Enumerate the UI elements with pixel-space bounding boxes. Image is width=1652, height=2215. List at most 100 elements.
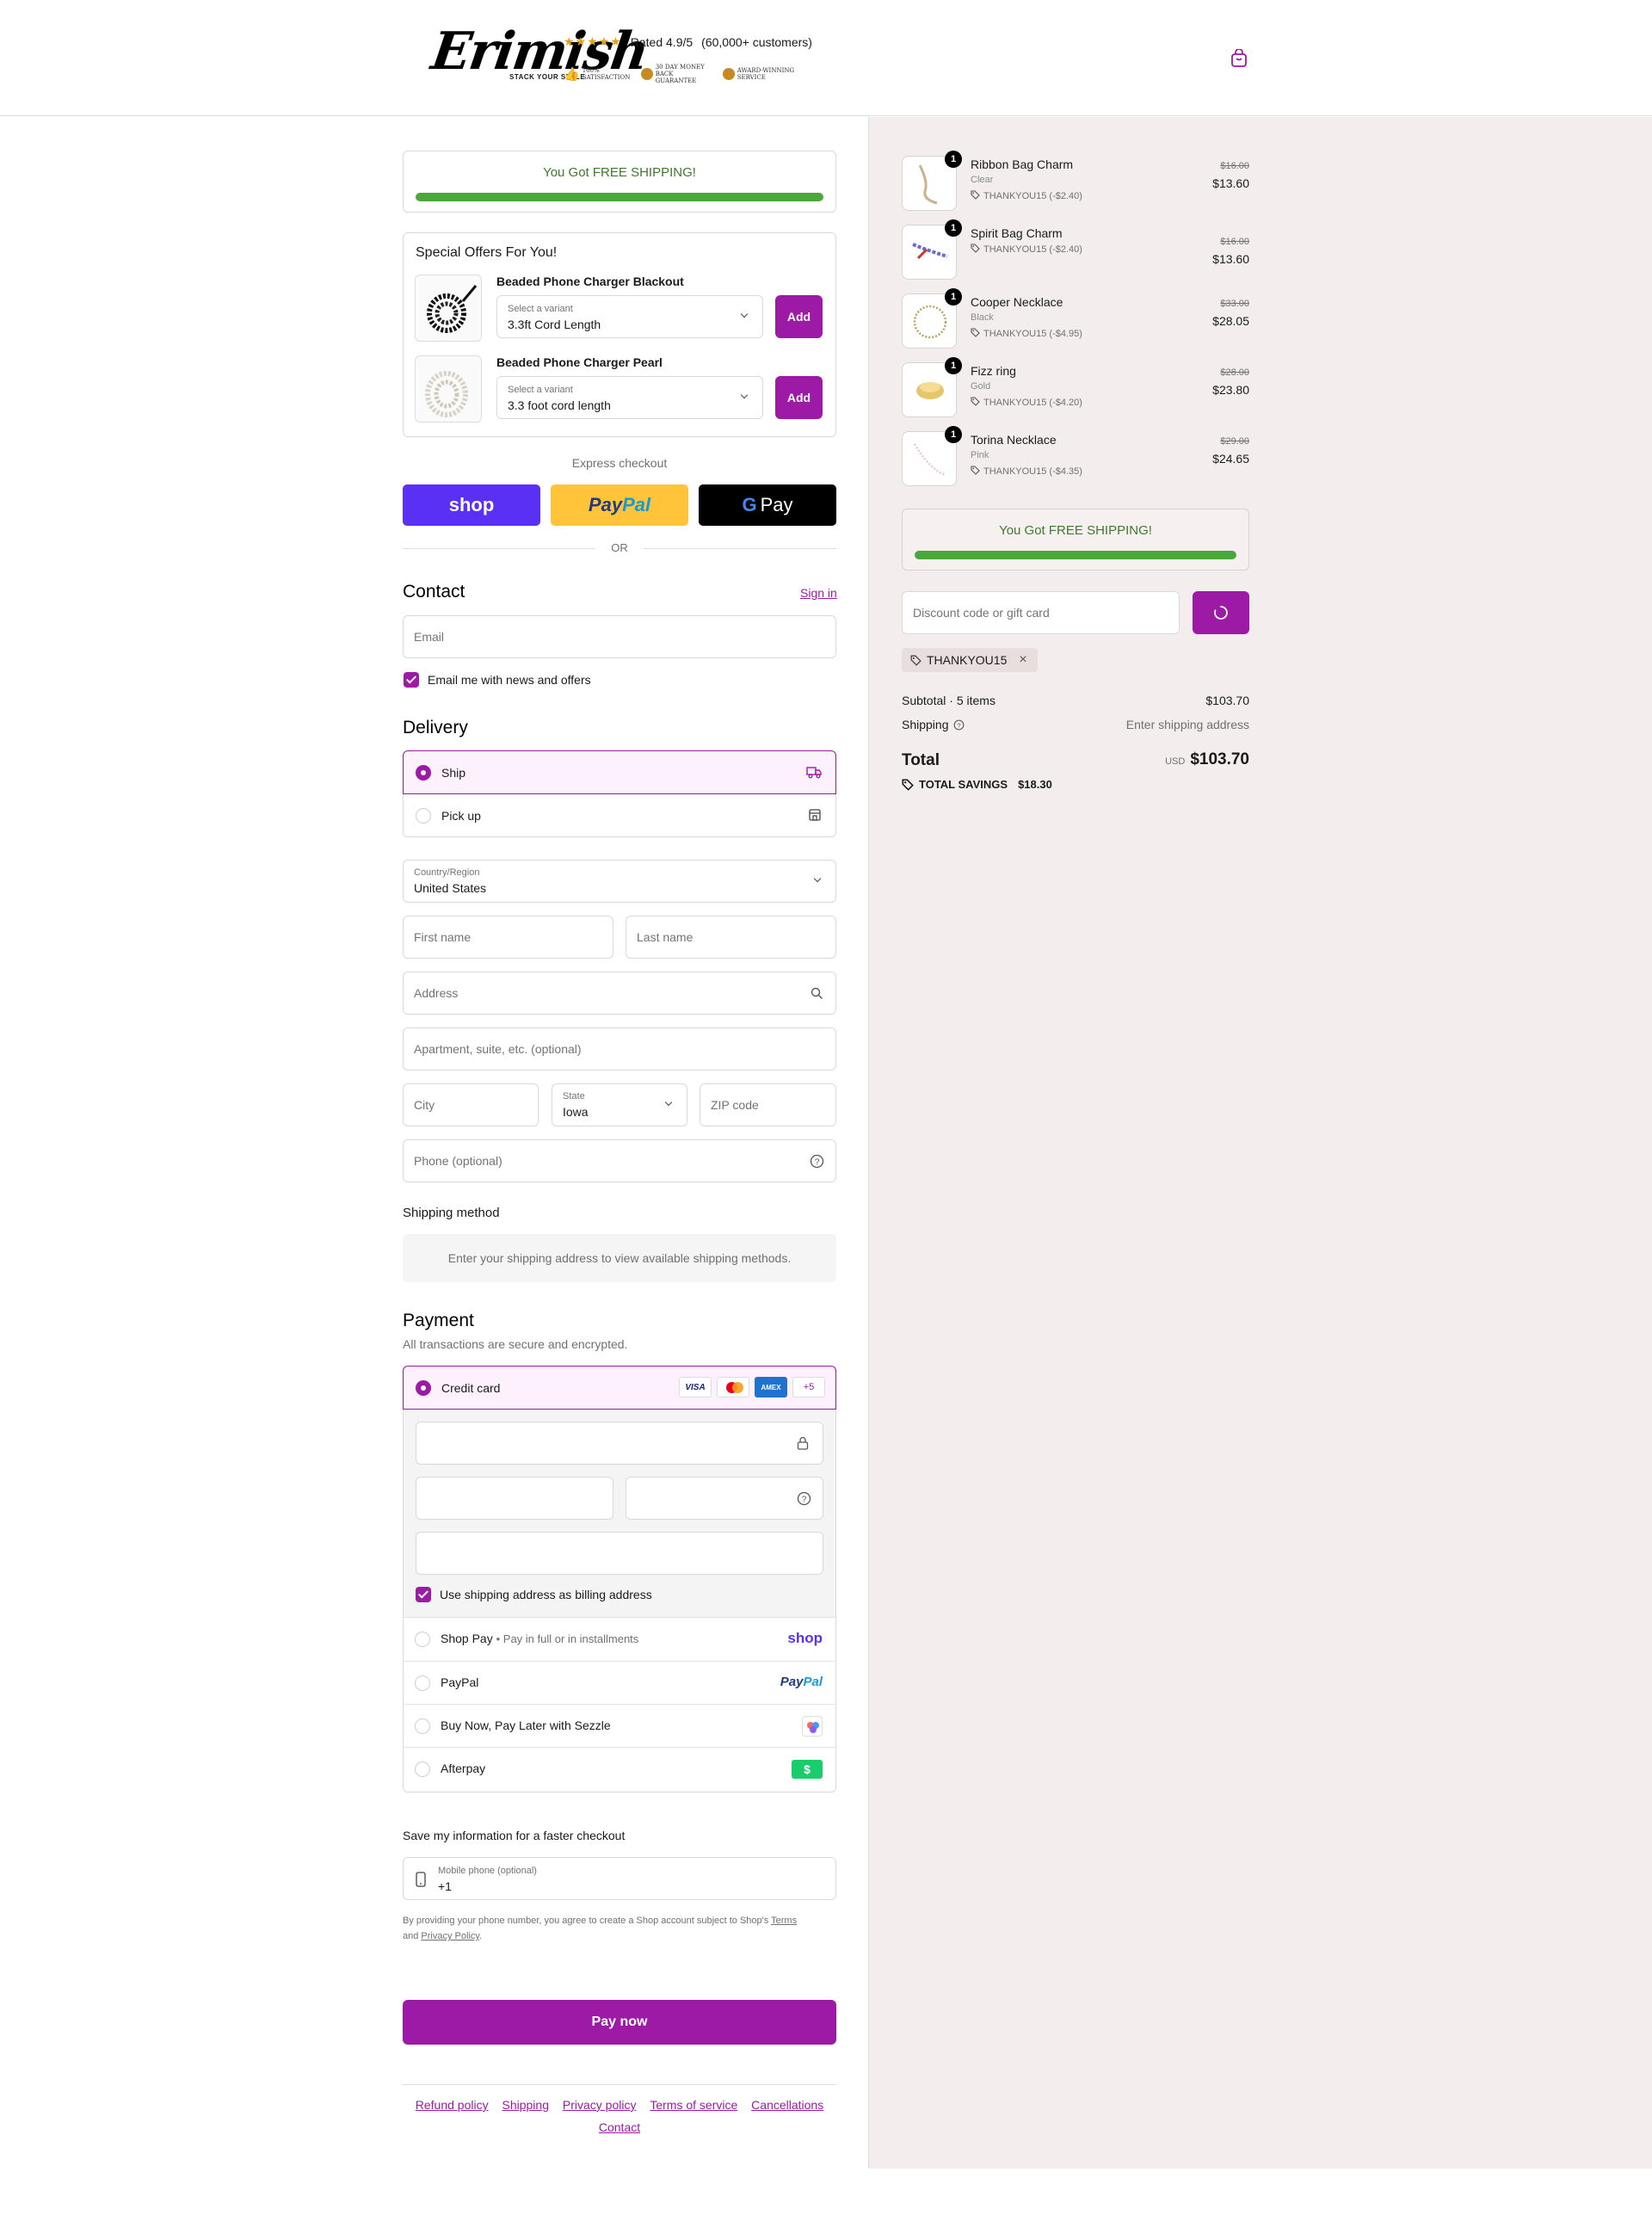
rating: ★★★★★ Rated 4.9/5 (60,000+ customers) bbox=[564, 34, 812, 49]
pickup-option[interactable]: Pick up bbox=[403, 794, 836, 837]
shipping-link[interactable]: Shipping bbox=[502, 2098, 549, 2112]
cart-bag-icon[interactable] bbox=[1230, 49, 1248, 68]
email-field[interactable]: Email bbox=[403, 615, 836, 658]
item-original-price: $29.00 bbox=[1220, 436, 1249, 447]
currency: USD bbox=[1165, 756, 1186, 767]
refund-policy-link[interactable]: Refund policy bbox=[416, 2098, 489, 2112]
city-field[interactable]: City bbox=[403, 1083, 539, 1126]
offer-image-blackout bbox=[415, 275, 482, 342]
card-number-field[interactable] bbox=[416, 1422, 823, 1465]
total-savings: TOTAL SAVINGS $18.30 bbox=[902, 778, 1052, 791]
last-name-field[interactable]: Last name bbox=[626, 916, 836, 959]
offer-variant-select[interactable]: Select a variant 3.3 foot cord length bbox=[496, 376, 763, 419]
item-discount: THANKYOU15 (-$2.40) bbox=[971, 244, 1082, 255]
discount-code-field[interactable]: Discount code or gift card bbox=[902, 591, 1180, 634]
zip-field[interactable]: ZIP code bbox=[700, 1083, 836, 1126]
item-variant: Gold bbox=[971, 381, 991, 392]
privacy-policy-link[interactable]: Privacy policy bbox=[563, 2098, 637, 2112]
google-pay-button[interactable]: G Pay bbox=[699, 484, 836, 526]
more-cards-badge: +5 bbox=[792, 1377, 825, 1397]
state-select[interactable]: State Iowa bbox=[552, 1083, 687, 1126]
divider bbox=[403, 2084, 836, 2085]
shipping-progress-bar bbox=[416, 193, 823, 201]
svg-text:?: ? bbox=[815, 1158, 820, 1168]
paypal-button[interactable]: Pay Pal bbox=[551, 484, 688, 526]
privacy-link[interactable]: Privacy Policy bbox=[421, 1931, 479, 1941]
mobile-phone-field[interactable]: Mobile phone (optional) +1 bbox=[403, 1857, 836, 1900]
special-offers: Special Offers For You! Beaded Phone Cha… bbox=[403, 232, 836, 437]
afterpay-option[interactable]: Afterpay $ bbox=[403, 1747, 836, 1790]
pickup-radio[interactable] bbox=[416, 808, 431, 824]
tag-icon bbox=[902, 779, 914, 791]
chevron-down-icon bbox=[664, 1098, 673, 1107]
phone-icon bbox=[416, 1872, 426, 1887]
sezzle-radio[interactable] bbox=[415, 1718, 430, 1734]
shipping-method-message: Enter your shipping address to view avai… bbox=[403, 1234, 836, 1282]
add-offer-button[interactable]: Add bbox=[775, 376, 823, 419]
help-icon[interactable]: ? bbox=[797, 1491, 811, 1506]
billing-same-label: Use shipping address as billing address bbox=[440, 1588, 652, 1601]
amex-icon: AMEX bbox=[755, 1377, 787, 1397]
chevron-down-icon bbox=[740, 391, 749, 399]
sezzle-option[interactable]: Buy Now, Pay Later with Sezzle bbox=[403, 1704, 836, 1747]
name-on-card-field[interactable] bbox=[416, 1532, 823, 1575]
divider bbox=[644, 548, 836, 549]
terms-link[interactable]: Terms bbox=[771, 1916, 797, 1926]
address-field[interactable]: Address bbox=[403, 972, 836, 1015]
tag-icon bbox=[971, 397, 980, 406]
shop-pay-button[interactable]: shop bbox=[403, 484, 540, 526]
contact-title: Contact bbox=[403, 582, 465, 602]
first-name-field[interactable]: First name bbox=[403, 916, 613, 959]
paypal-radio[interactable] bbox=[415, 1675, 430, 1691]
shield-icon bbox=[640, 68, 653, 80]
credit-card-radio[interactable] bbox=[416, 1380, 431, 1396]
remove-discount-icon[interactable]: × bbox=[1019, 652, 1026, 668]
express-checkout-label: Express checkout bbox=[571, 456, 668, 470]
shop-pay-radio[interactable] bbox=[415, 1632, 430, 1647]
header: Erimish STACK YOUR STYLE ★★★★★ Rated 4.9… bbox=[0, 0, 1652, 116]
offer-variant-select[interactable]: Select a variant 3.3ft Cord Length bbox=[496, 295, 763, 338]
apply-discount-button[interactable] bbox=[1193, 591, 1249, 634]
or-divider: OR bbox=[611, 541, 628, 554]
line-item: 1 Fizz ring Gold THANKYOU15 (-$4.20) $28… bbox=[902, 357, 1249, 419]
quantity-badge: 1 bbox=[945, 357, 962, 374]
billing-same-checkbox[interactable] bbox=[416, 1587, 431, 1602]
ship-radio[interactable] bbox=[416, 765, 431, 780]
country-select[interactable]: Country/Region United States bbox=[403, 860, 836, 903]
security-code-field[interactable]: ? bbox=[626, 1477, 823, 1520]
brand-logo[interactable]: Erimish STACK YOUR STYLE bbox=[428, 22, 651, 86]
delivery-title: Delivery bbox=[403, 718, 468, 737]
line-item: 1 Torina Necklace Pink THANKYOU15 (-$4.3… bbox=[902, 426, 1249, 488]
phone-field[interactable]: Phone (optional) ? bbox=[403, 1139, 836, 1182]
contact-link[interactable]: Contact bbox=[599, 2120, 640, 2134]
expiry-field[interactable] bbox=[416, 1477, 613, 1520]
paypal-option[interactable]: PayPal PayPal bbox=[403, 1661, 836, 1704]
divider bbox=[403, 548, 595, 549]
afterpay-logo: $ bbox=[792, 1760, 823, 1779]
terms-link[interactable]: Terms of service bbox=[650, 2098, 737, 2112]
cancellations-link[interactable]: Cancellations bbox=[751, 2098, 823, 2112]
subtotal-value: $103.70 bbox=[1205, 694, 1249, 707]
payment-title: Payment bbox=[403, 1311, 474, 1330]
sign-in-link[interactable]: Sign in bbox=[800, 586, 837, 600]
pay-now-button[interactable]: Pay now bbox=[403, 2000, 836, 2045]
add-offer-button[interactable]: Add bbox=[775, 295, 823, 338]
afterpay-radio[interactable] bbox=[415, 1762, 430, 1777]
ship-option[interactable]: Ship bbox=[403, 750, 836, 794]
apartment-field[interactable]: Apartment, suite, etc. (optional) bbox=[403, 1027, 836, 1070]
offer-image-pearl bbox=[415, 355, 482, 423]
sezzle-icon bbox=[802, 1716, 823, 1737]
quantity-badge: 1 bbox=[945, 151, 962, 168]
newsletter-checkbox[interactable] bbox=[404, 672, 419, 688]
item-discount: THANKYOU15 (-$4.20) bbox=[971, 397, 1082, 408]
tag-icon bbox=[971, 466, 980, 475]
thumbs-up-icon: 👍 bbox=[564, 66, 580, 82]
customers-text: (60,000+ customers) bbox=[701, 34, 812, 49]
help-icon[interactable]: ? bbox=[810, 1154, 824, 1169]
shop-pay-option[interactable]: Shop Pay • Pay in full or in installment… bbox=[403, 1618, 836, 1661]
item-discount: THANKYOU15 (-$4.35) bbox=[971, 466, 1082, 477]
credit-card-option[interactable]: Credit card VISA AMEX +5 bbox=[403, 1366, 836, 1410]
svg-text:?: ? bbox=[802, 1496, 807, 1505]
tag-icon bbox=[910, 655, 922, 666]
quantity-badge: 1 bbox=[945, 426, 962, 443]
